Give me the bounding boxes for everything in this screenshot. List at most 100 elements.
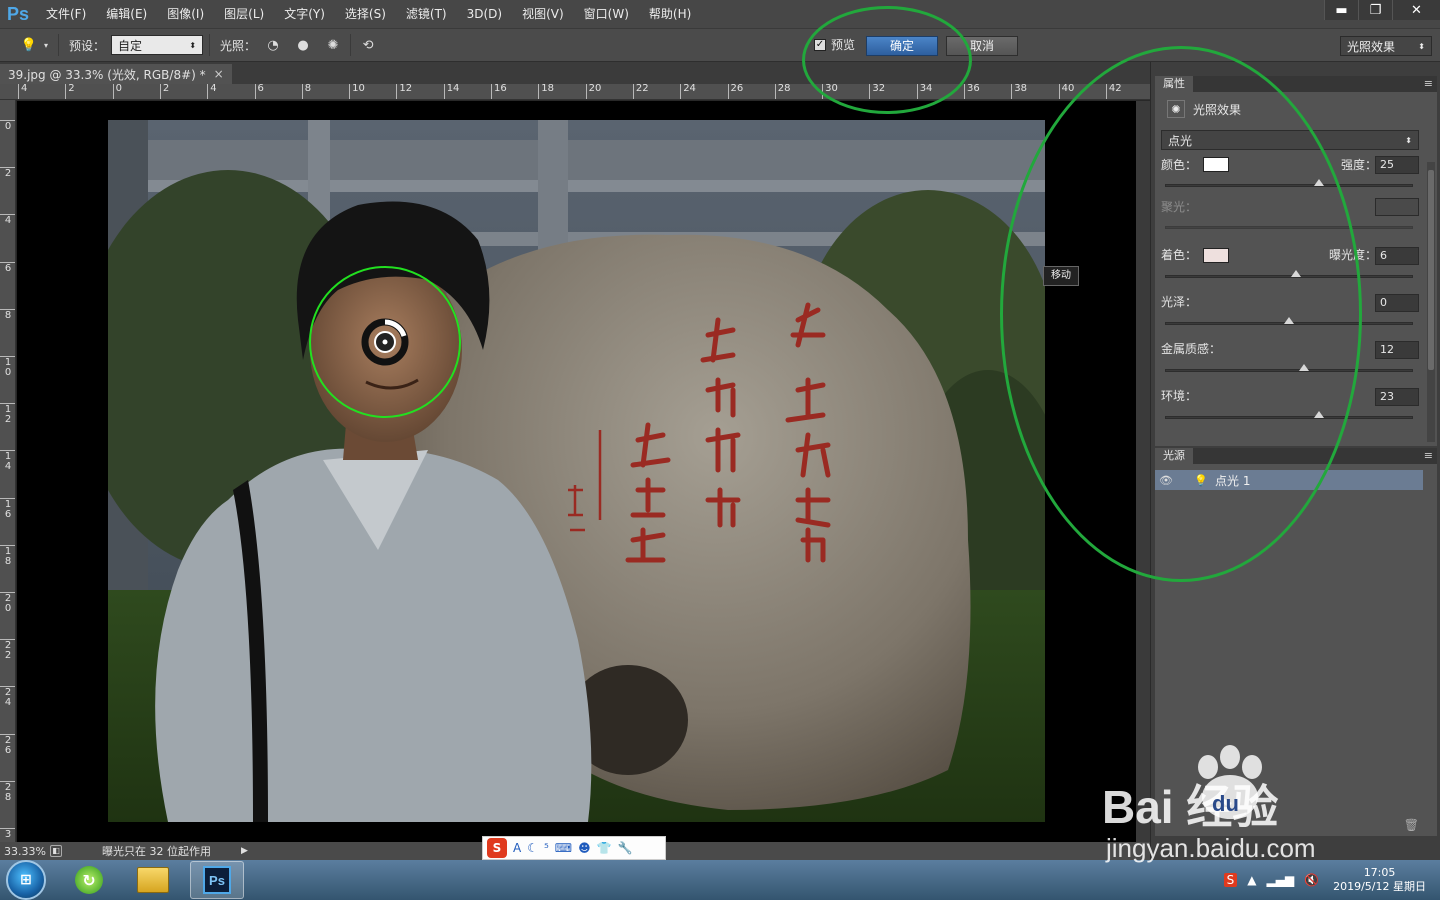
separator [58, 34, 59, 56]
exposure-input[interactable]: 6 [1375, 247, 1419, 265]
taskbar-app-360[interactable]: ↻ [62, 861, 116, 899]
trash-icon[interactable]: 🗑 [1404, 818, 1419, 832]
scrollbar-thumb[interactable] [1428, 170, 1434, 370]
annotation-circle-ok [802, 6, 972, 114]
tray-expand-icon[interactable]: ▲ [1247, 873, 1256, 887]
gloss-input[interactable]: 0 [1375, 294, 1419, 312]
photo-image [108, 120, 1045, 822]
minimize-button[interactable]: ▬ [1324, 0, 1358, 20]
green-refresh-icon: ↻ [75, 866, 103, 894]
ruler-tick-label: 2 2 [0, 639, 15, 661]
menu-edit[interactable]: 编辑(E) [96, 0, 157, 28]
ruler-tick-label: 6 [254, 84, 264, 99]
horizontal-ruler[interactable]: 4 2 0 2 4 6 8 10 12 14 16 18 20 22 24 26 28 30 32 34 36 38 40 4… [0, 84, 1150, 100]
ruler-tick-label: 4 [18, 84, 27, 99]
menu-help[interactable]: 帮助(H) [639, 0, 701, 28]
ruler-tick-label: 22 [632, 84, 649, 99]
clock[interactable]: 17:05 2019/5/12 星期日 [1333, 866, 1426, 894]
select-arrows-icon: ⬍ [1405, 135, 1412, 145]
ruler-tick-label: 12 [396, 84, 412, 99]
reset-light-icon[interactable]: ⟲ [357, 34, 379, 56]
ruler-tick-label: 1 6 [0, 497, 15, 520]
panel-menu-icon[interactable]: ≡ [1424, 448, 1433, 464]
close-button[interactable]: ✕ [1392, 0, 1440, 20]
ime-letter-icon[interactable]: A [513, 841, 521, 855]
separator [209, 34, 211, 56]
properties-scrollbar[interactable] [1427, 162, 1435, 442]
ruler-tick-label: 1 4 [0, 450, 15, 472]
document-tab[interactable]: 39.jpg @ 33.3% (光效, RGB/8#) * × [0, 64, 232, 84]
document-tab-bar: 39.jpg @ 33.3% (光效, RGB/8#) * × [0, 62, 1150, 84]
ruler-tick-label: 2 4 [0, 686, 15, 708]
menu-filter[interactable]: 滤镜(T) [396, 0, 457, 28]
menu-window[interactable]: 窗口(W) [574, 0, 639, 28]
zoom-value[interactable]: 33.33% [0, 845, 50, 858]
ruler-tick-label: 2 [0, 167, 15, 179]
ime-punct-icon[interactable]: ⁵ [544, 841, 549, 855]
ime-keyboard-icon[interactable]: ⌨ [555, 841, 572, 855]
sogou-logo-icon[interactable]: S [487, 838, 507, 858]
network-icon[interactable]: ▂▄▆ [1266, 873, 1294, 887]
ruler-tick-label: 20 [585, 84, 601, 99]
ime-moon-icon[interactable]: ☾ [527, 841, 538, 855]
menu-file[interactable]: 文件(F) [36, 0, 96, 28]
clock-time: 17:05 [1363, 866, 1396, 879]
spot-light-icon[interactable]: ◔ [262, 34, 284, 56]
preset-select[interactable]: 自定 ⬍ [111, 35, 204, 55]
menu-3d[interactable]: 3D(D) [457, 0, 512, 28]
ruler-tick-label: 2 8 [0, 780, 15, 803]
lightbulb-tool-icon[interactable]: 💡 [18, 34, 40, 56]
select-arrows-icon: ⬍ [189, 40, 197, 50]
tool-preset-dropdown-icon[interactable]: ▾ [40, 34, 52, 56]
menu-view[interactable]: 视图(V) [512, 0, 574, 28]
menu-layer[interactable]: 图层(L) [214, 0, 274, 28]
preset-value: 自定 [118, 38, 143, 53]
ime-tools-icon[interactable]: 🔧 [618, 841, 633, 855]
ruler-tick-label: 18 [538, 84, 554, 99]
metallic-input[interactable]: 12 [1375, 341, 1419, 359]
volume-muted-icon[interactable]: 🔇 [1304, 873, 1319, 887]
taskbar: ⊞ ↻ Ps S ▲ ▂▄▆ 🔇 17:05 2019/5/12 星期日 [0, 860, 1440, 900]
ambience-input[interactable]: 23 [1375, 388, 1419, 406]
tray-sogou-icon[interactable]: S [1223, 873, 1238, 887]
intensity-input[interactable]: 25 [1375, 156, 1419, 174]
photo-canvas[interactable] [108, 120, 1045, 822]
workspace-select[interactable]: 光照效果 ⬍ [1340, 36, 1432, 56]
status-info-icon[interactable]: ◧ [50, 845, 62, 857]
ruler-tick-label: 2 [159, 84, 169, 99]
photoshop-icon: Ps [203, 866, 231, 894]
menu-type[interactable]: 文字(Y) [274, 0, 335, 28]
ruler-tick-label: 38 [1011, 84, 1027, 99]
document-tab-title: 39.jpg @ 33.3% (光效, RGB/8#) * [8, 67, 206, 82]
menu-select[interactable]: 选择(S) [335, 0, 396, 28]
menu-bar: Ps 文件(F) 编辑(E) 图像(I) 图层(L) 文字(Y) 选择(S) 滤… [0, 0, 1440, 28]
clock-date: 2019/5/12 星期日 [1333, 880, 1426, 893]
vertical-ruler[interactable]: 0 2 4 6 8 1 0 1 2 1 4 1 6 1 8 2 0 2 2 2 4 2 6 2 8 3 [0, 100, 16, 842]
panel-menu-icon[interactable]: ≡ [1424, 76, 1433, 92]
menu-image[interactable]: 图像(I) [157, 0, 214, 28]
close-tab-icon[interactable]: × [214, 67, 224, 81]
ime-toolbar: S A ☾ ⁵ ⌨ ☻ 👕 🔧 [482, 836, 666, 860]
ruler-tick-label: 0 [0, 120, 15, 132]
ime-skin-icon[interactable]: 👕 [597, 841, 612, 855]
preset-label: 预设： [69, 38, 106, 53]
ruler-tick-label: 1 8 [0, 544, 15, 567]
canvas-area[interactable] [17, 101, 1136, 842]
ruler-tick-label: 0 [112, 84, 122, 99]
hotspot-input [1375, 198, 1419, 216]
ruler-tick-label: 10 [349, 84, 365, 99]
taskbar-photoshop[interactable]: Ps [190, 861, 244, 899]
status-menu-arrow-icon[interactable]: ▶ [241, 846, 248, 856]
ime-user-icon[interactable]: ☻ [578, 841, 591, 855]
infinite-light-icon[interactable]: ✺ [322, 34, 344, 56]
intensity-label: 强度： [1341, 158, 1378, 172]
point-light-icon[interactable]: ● [292, 34, 314, 56]
select-arrows-icon: ⬍ [1418, 41, 1425, 51]
status-message: 曝光只在 32 位起作用 [102, 845, 211, 858]
ruler-tick-label: 28 [774, 84, 791, 99]
taskbar-explorer[interactable] [126, 861, 180, 899]
windows-start-button[interactable]: ⊞ [6, 860, 46, 900]
separator [350, 34, 352, 56]
restore-button[interactable]: ❐ [1358, 0, 1392, 20]
annotation-circle-properties [1000, 46, 1362, 582]
